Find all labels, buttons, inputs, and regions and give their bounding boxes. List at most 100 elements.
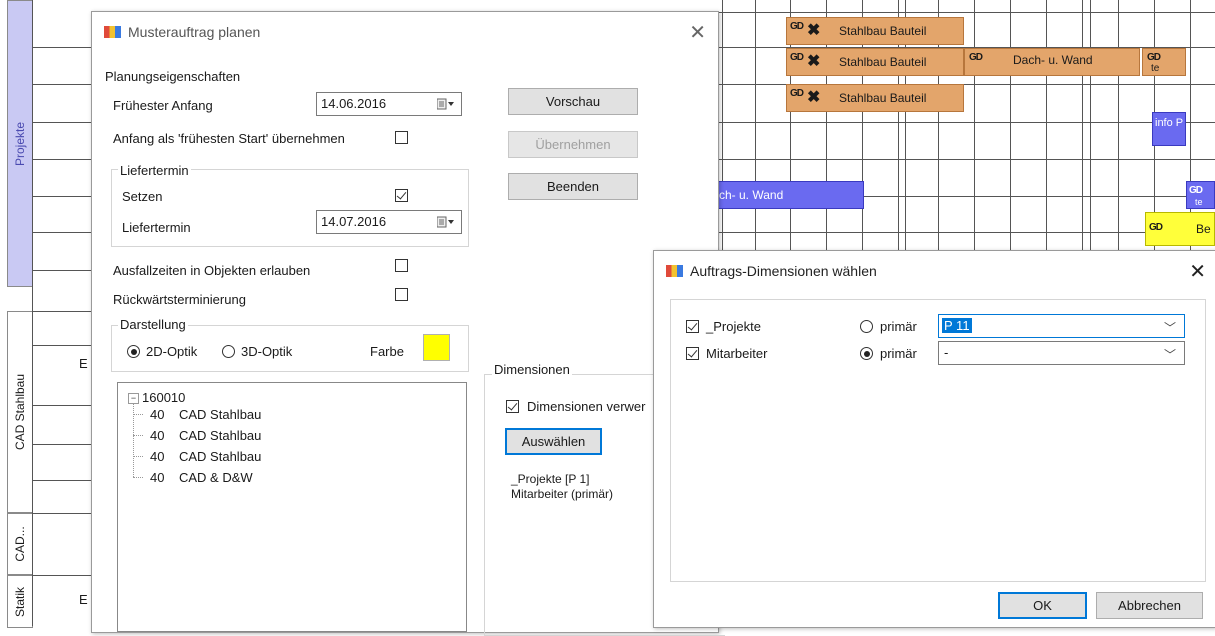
cross-icon: ✖ <box>807 89 821 106</box>
tree-item-num: 40 <box>150 407 165 422</box>
order-tree[interactable]: − 160010 40 CAD Stahlbau 40 CAD Stahlbau 4… <box>117 382 467 632</box>
gantt-bar[interactable]: GD te <box>1186 181 1215 209</box>
side-tab-cad-stahlbau[interactable]: CAD Stahlbau <box>7 311 33 513</box>
gantt-bar[interactable]: ch- u. Wand <box>716 181 864 209</box>
primary-label: primär <box>880 319 917 334</box>
tree-item-num: 40 <box>150 470 165 485</box>
primary-radio-mitarbeiter[interactable] <box>860 347 873 360</box>
primary-radio-projekte[interactable] <box>860 320 873 333</box>
close-icon[interactable]: ✕ <box>1189 259 1206 284</box>
preview-button[interactable]: Vorschau <box>508 88 638 115</box>
plan-dialog: Musterauftrag planen ✕ Planungseigenscha… <box>91 11 725 636</box>
dimensions-summary: Mitarbeiter (primär) <box>511 487 614 501</box>
chevron-down-icon: ﹀ <box>1163 348 1176 362</box>
side-tab-label: Projekte <box>13 121 27 166</box>
app-icon <box>104 26 121 38</box>
radio-3d[interactable] <box>222 345 235 358</box>
dimensions-dialog: Auftrags-Dimensionen wählen ✕ _Projekte … <box>653 250 1215 628</box>
primary-label: primär <box>880 346 917 361</box>
bar-label: info P <box>1155 117 1184 129</box>
side-tab-projekte[interactable]: Projekte <box>7 0 33 287</box>
backward-checkbox[interactable] <box>395 288 408 301</box>
backward-label: Rückwärtsterminierung <box>113 292 246 307</box>
allow-downtime-checkbox[interactable] <box>395 259 408 272</box>
side-tab-cad[interactable]: CAD... <box>7 513 33 575</box>
row-letter: E <box>79 356 88 371</box>
earliest-start-value: 14.06.2016 <box>321 96 387 111</box>
group-label: Liefertermin <box>118 163 191 178</box>
select-value: - <box>944 345 949 360</box>
chevron-down-icon: ﹀ <box>1163 321 1176 335</box>
cross-icon: ✖ <box>807 22 821 39</box>
adopt-start-checkbox[interactable] <box>395 131 408 144</box>
calendar-dropdown-icon <box>437 216 454 228</box>
dimension-label: Mitarbeiter <box>706 346 768 361</box>
finish-button[interactable]: Beenden <box>508 173 638 200</box>
gantt-bar[interactable]: GD ✖ Stahlbau Bauteil <box>786 84 964 112</box>
color-swatch[interactable] <box>423 334 450 361</box>
gantt-bar[interactable]: GD ✖ Stahlbau Bauteil <box>786 48 964 76</box>
calendar-dropdown-icon <box>437 98 454 110</box>
gantt-bar[interactable]: GD ✖ Stahlbau Bauteil <box>786 17 964 45</box>
cancel-button[interactable]: Abbrechen <box>1096 592 1203 619</box>
dimensions-summary: _Projekte [P 1] <box>511 472 590 486</box>
bar-label: ch- u. Wand <box>719 188 784 202</box>
dialog-titlebar[interactable]: Auftrags-Dimensionen wählen ✕ <box>654 251 1215 289</box>
select-dimensions-button[interactable]: Auswählen <box>505 428 602 455</box>
tree-item-label: CAD Stahlbau <box>179 449 262 464</box>
bar-label: te <box>1195 197 1203 207</box>
side-tab-label: CAD Stahlbau <box>13 373 27 451</box>
gd-marker: GD <box>1149 222 1163 233</box>
gd-marker: GD <box>969 52 983 63</box>
dimensions-use-checkbox[interactable] <box>506 400 519 413</box>
dimension-projekte-checkbox[interactable] <box>686 320 699 333</box>
delivery-label: Liefertermin <box>122 220 191 235</box>
close-icon[interactable]: ✕ <box>689 20 706 45</box>
row-letter: E <box>79 592 88 607</box>
group-label: Darstellung <box>118 317 188 332</box>
gd-marker: GD <box>790 52 804 63</box>
collapse-icon[interactable]: − <box>128 393 139 404</box>
radio-2d[interactable] <box>127 345 140 358</box>
set-delivery-checkbox[interactable] <box>395 189 408 202</box>
side-tab-statik[interactable]: Statik <box>7 575 33 628</box>
gd-marker: GD <box>1189 185 1203 196</box>
tree-item-label: CAD Stahlbau <box>179 407 262 422</box>
color-label: Farbe <box>370 344 404 359</box>
delivery-datepicker[interactable]: 14.07.2016 <box>316 210 462 234</box>
tree-root[interactable]: 160010 <box>142 390 185 405</box>
dimensions-use-label: Dimensionen verwer <box>527 399 646 414</box>
adopt-start-label: Anfang als 'frühesten Start' übernehmen <box>113 131 345 146</box>
dialog-title: Musterauftrag planen <box>128 24 261 40</box>
radio-3d-label: 3D-Optik <box>241 344 293 359</box>
bar-label: Stahlbau Bauteil <box>839 24 927 38</box>
apply-button[interactable]: Übernehmen <box>508 131 638 158</box>
gantt-bar[interactable]: GD Be <box>1145 212 1215 246</box>
delivery-group <box>111 169 469 247</box>
side-tab-label: Statik <box>13 586 27 617</box>
bar-label: Be <box>1196 222 1211 236</box>
radio-2d-label: 2D-Optik <box>146 344 198 359</box>
dimension-mitarbeiter-select[interactable]: - ﹀ <box>938 341 1185 365</box>
bar-label: te <box>1151 63 1160 74</box>
bar-label: Dach- u. Wand <box>1013 53 1093 67</box>
gantt-bar[interactable]: info P <box>1152 112 1186 146</box>
app-icon <box>666 265 683 277</box>
dimension-mitarbeiter-checkbox[interactable] <box>686 347 699 360</box>
ok-button[interactable]: OK <box>998 592 1087 619</box>
tree-item-label: CAD & D&W <box>179 470 253 485</box>
dimension-projekte-select[interactable]: P 11 ﹀ <box>938 314 1185 338</box>
earliest-start-datepicker[interactable]: 14.06.2016 <box>316 92 462 116</box>
gantt-bar[interactable]: GD Dach- u. Wand <box>964 48 1140 76</box>
dimension-label: _Projekte <box>706 319 761 334</box>
cross-icon: ✖ <box>807 53 821 70</box>
side-tab-label: CAD... <box>13 526 27 562</box>
bar-label: Stahlbau Bauteil <box>839 55 927 69</box>
gantt-bar[interactable]: GD te <box>1142 48 1186 76</box>
allow-downtime-label: Ausfallzeiten in Objekten erlauben <box>113 263 311 278</box>
dialog-titlebar[interactable]: Musterauftrag planen ✕ <box>92 12 718 50</box>
tree-item-num: 40 <box>150 428 165 443</box>
tree-item-label: CAD Stahlbau <box>179 428 262 443</box>
set-label: Setzen <box>122 189 163 204</box>
dialog-title: Auftrags-Dimensionen wählen <box>690 263 877 279</box>
